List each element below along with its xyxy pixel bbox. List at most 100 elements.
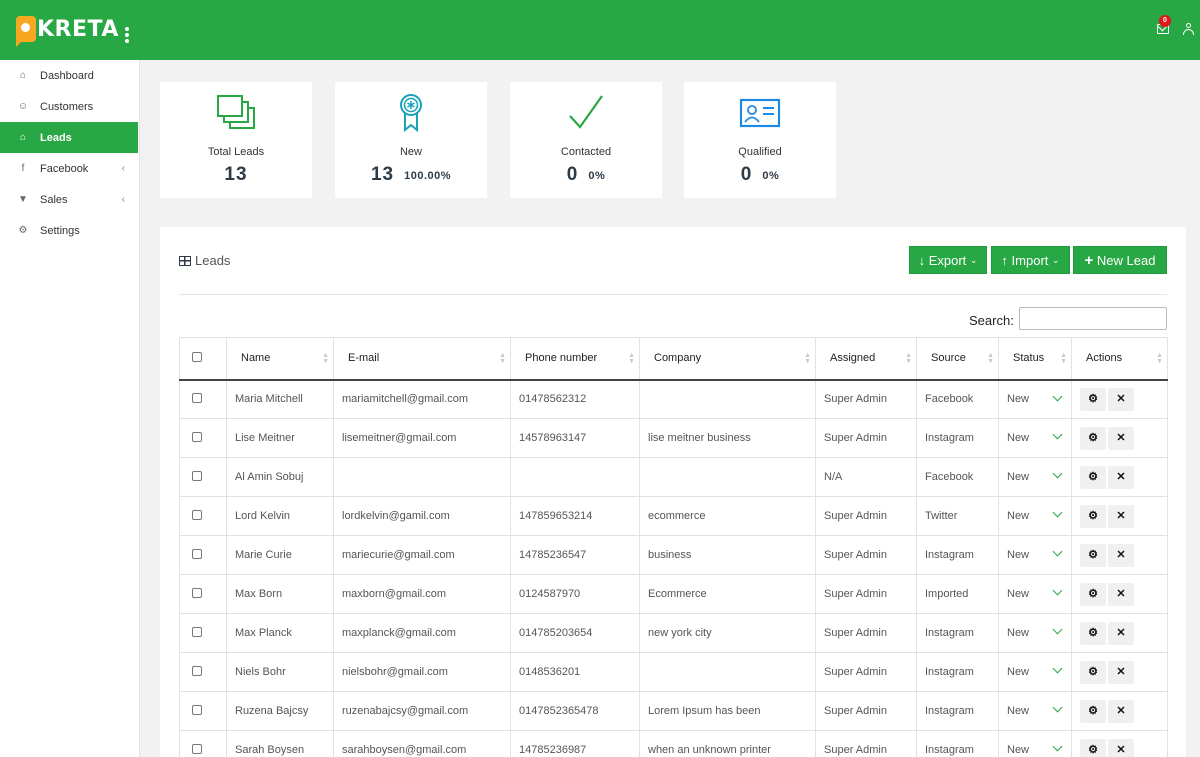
column-header-name[interactable]: Name ▲ ▼: [226, 337, 334, 381]
actions-cell: ⚙ ✕: [1071, 418, 1168, 458]
column-header-label: Source: [931, 352, 966, 365]
column-header-status[interactable]: Status ▲ ▼: [998, 337, 1072, 381]
sort-icon: ▲ ▼: [804, 352, 811, 365]
cell-company: [639, 457, 816, 497]
delete-x-icon[interactable]: ✕: [1108, 426, 1134, 450]
app-logo[interactable]: KRETA: [16, 14, 119, 47]
stat-card-new: New 13 100.00%: [335, 82, 487, 198]
row-checkbox[interactable]: [192, 548, 202, 559]
cell-phone: 14785236987: [510, 730, 640, 757]
row-select-cell: [179, 730, 227, 757]
award-icon: [335, 94, 487, 132]
search-input[interactable]: [1019, 307, 1167, 330]
row-checkbox[interactable]: [192, 665, 202, 676]
sidebar-item-dashboard[interactable]: ⌂ Dashboard: [0, 60, 139, 91]
column-header-actions[interactable]: Actions ▲ ▼: [1071, 337, 1168, 381]
sidebar-item-label: Customers: [40, 100, 94, 113]
status-select[interactable]: New: [998, 691, 1072, 731]
chevron-down-icon: [1052, 429, 1063, 440]
row-checkbox[interactable]: [192, 470, 202, 481]
status-select[interactable]: New: [998, 535, 1072, 575]
actions-cell: ⚙ ✕: [1071, 379, 1168, 419]
stat-card-total-leads: Total Leads 13: [160, 82, 312, 198]
column-header-phone-number[interactable]: Phone number ▲ ▼: [510, 337, 640, 381]
sidebar-item-leads[interactable]: ⌂ Leads: [0, 122, 138, 153]
column-header-assigned[interactable]: Assigned ▲ ▼: [815, 337, 917, 381]
chevron-down-icon: [1052, 702, 1063, 713]
stat-percent: 100.00%: [404, 170, 452, 182]
status-select[interactable]: New: [998, 457, 1072, 497]
export-button[interactable]: ↓ Export ⌄: [909, 246, 987, 274]
panel-title: Leads: [179, 253, 230, 268]
column-header-company[interactable]: Company ▲ ▼: [639, 337, 816, 381]
chevron-down-icon: [1052, 741, 1063, 752]
cell-email: ruzenabajcsy@gmail.com: [333, 691, 511, 731]
settings-gear-icon[interactable]: ⚙: [1080, 465, 1106, 489]
actions-cell: ⚙ ✕: [1071, 457, 1168, 497]
table-row: Marie Curie mariecurie@gmail.com 147852365…: [179, 535, 1168, 575]
column-header-source[interactable]: Source ▲ ▼: [916, 337, 999, 381]
new-lead-button[interactable]: + New Lead: [1073, 246, 1167, 274]
select-all-checkbox[interactable]: [192, 351, 202, 362]
chevron-down-icon: ⌄: [1052, 254, 1060, 265]
cell-email: nielsbohr@gmail.com: [333, 652, 511, 692]
user-profile-icon[interactable]: [1183, 23, 1194, 35]
more-vertical-icon[interactable]: [125, 27, 129, 45]
status-select[interactable]: New: [998, 574, 1072, 614]
settings-gear-icon[interactable]: ⚙: [1080, 660, 1106, 684]
table-row: Ruzena Bajcsy ruzenabajcsy@gmail.com 01478…: [179, 691, 1168, 731]
home-icon: ⌂: [19, 70, 27, 81]
actions-cell: ⚙ ✕: [1071, 535, 1168, 575]
row-select-cell: [179, 535, 227, 575]
settings-gear-icon[interactable]: ⚙: [1080, 582, 1106, 606]
sidebar: ⌂ Dashboard ☺ Customers ⌂ Leads f Facebook ‹ ▼ Sal…: [0, 60, 140, 757]
status-select[interactable]: New: [998, 652, 1072, 692]
cell-phone: 0148536201: [510, 652, 640, 692]
delete-x-icon[interactable]: ✕: [1108, 504, 1134, 528]
status-select[interactable]: New: [998, 496, 1072, 536]
stat-percent: 0%: [588, 170, 606, 182]
cell-email: mariecurie@gmail.com: [333, 535, 511, 575]
row-select-cell: [179, 379, 227, 419]
row-checkbox[interactable]: [192, 392, 202, 403]
stat-label: New: [399, 146, 422, 158]
delete-x-icon[interactable]: ✕: [1108, 699, 1134, 723]
settings-gear-icon[interactable]: ⚙: [1080, 621, 1106, 645]
status-select[interactable]: New: [998, 418, 1072, 458]
delete-x-icon[interactable]: ✕: [1108, 543, 1134, 567]
status-select[interactable]: New: [998, 613, 1072, 653]
settings-gear-icon[interactable]: ⚙: [1080, 738, 1106, 757]
delete-x-icon[interactable]: ✕: [1108, 738, 1134, 757]
delete-x-icon[interactable]: ✕: [1108, 660, 1134, 684]
settings-gear-icon[interactable]: ⚙: [1080, 426, 1106, 450]
settings-gear-icon[interactable]: ⚙: [1080, 387, 1106, 411]
delete-x-icon[interactable]: ✕: [1108, 582, 1134, 606]
delete-x-icon[interactable]: ✕: [1108, 387, 1134, 411]
sidebar-item-customers[interactable]: ☺ Customers: [0, 91, 139, 122]
sidebar-item-settings[interactable]: ⚙ Settings: [0, 215, 139, 246]
settings-gear-icon[interactable]: ⚙: [1080, 699, 1106, 723]
sidebar-item-facebook[interactable]: f Facebook ‹: [0, 153, 139, 184]
row-checkbox[interactable]: [192, 431, 202, 442]
row-checkbox[interactable]: [192, 509, 202, 520]
stat-label: Qualified: [738, 146, 782, 158]
row-select-cell: [179, 652, 227, 692]
delete-x-icon[interactable]: ✕: [1108, 465, 1134, 489]
status-value: New: [1007, 744, 1030, 756]
delete-x-icon[interactable]: ✕: [1108, 621, 1134, 645]
status-value: New: [1007, 627, 1030, 639]
column-header-e-mail[interactable]: E-mail ▲ ▼: [333, 337, 511, 381]
settings-gear-icon[interactable]: ⚙: [1080, 504, 1106, 528]
cell-assigned: N/A: [815, 457, 917, 497]
sidebar-item-sales[interactable]: ▼ Sales ‹: [0, 184, 139, 215]
row-checkbox[interactable]: [192, 626, 202, 637]
row-checkbox[interactable]: [192, 587, 202, 598]
status-select[interactable]: New: [998, 379, 1072, 419]
row-checkbox[interactable]: [192, 704, 202, 715]
status-select[interactable]: New: [998, 730, 1072, 757]
settings-gear-icon[interactable]: ⚙: [1080, 543, 1106, 567]
import-button[interactable]: ↑ Import ⌄: [991, 246, 1070, 274]
cell-name: Maria Mitchell: [226, 379, 334, 419]
row-checkbox[interactable]: [192, 743, 202, 754]
sidebar-item-label: Sales: [40, 193, 68, 206]
